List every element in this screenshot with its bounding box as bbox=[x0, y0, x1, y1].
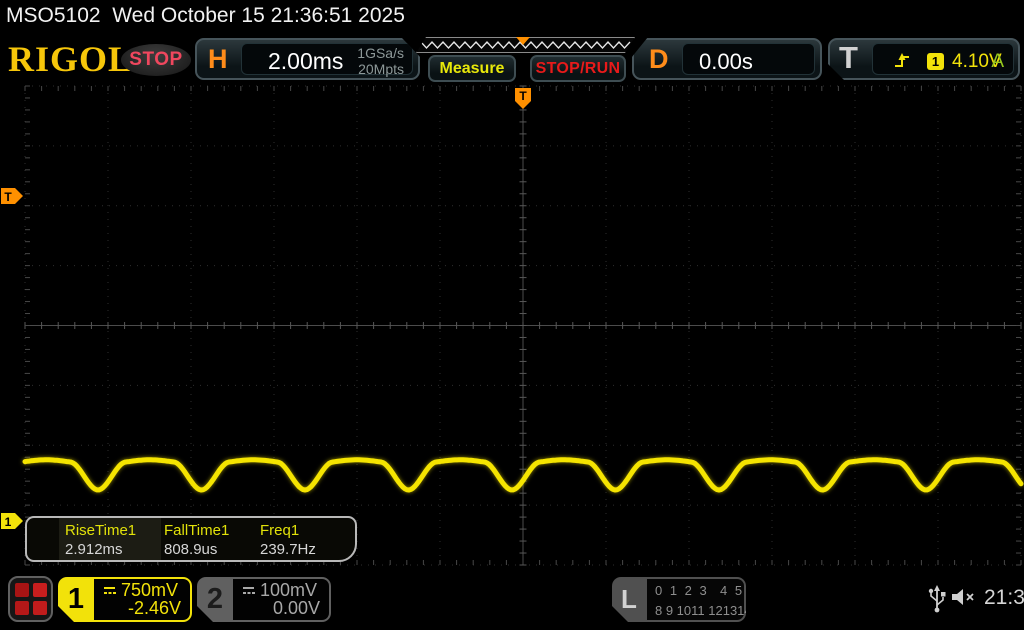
logic-row1: 0 1 2 3 4 5 6 7 bbox=[655, 583, 774, 598]
measurement-item[interactable]: RiseTime1 2.912ms bbox=[65, 518, 136, 560]
measurement-label: FallTime1 bbox=[164, 522, 230, 539]
measurement-label: Freq1 bbox=[260, 522, 300, 539]
grid-square-icon bbox=[14, 583, 29, 597]
logic-analyzer-block[interactable]: L 0 1 2 3 4 5 6 7 8 9 1011 12131415 bbox=[612, 577, 746, 622]
speaker-muted-icon bbox=[952, 589, 974, 605]
logic-channels: 0 1 2 3 4 5 6 7 8 9 1011 12131415 bbox=[647, 579, 744, 620]
channel2-status-block[interactable]: 2 100mV 0.00V bbox=[197, 577, 331, 622]
measurement-value: 808.9us bbox=[164, 541, 218, 558]
channel1-area: 750mV -2.46V bbox=[94, 579, 190, 620]
channel1-offset-marker[interactable]: 1 bbox=[1, 513, 23, 529]
measurement-item[interactable]: Freq1 239.7Hz bbox=[260, 518, 316, 560]
grid-square-icon bbox=[14, 601, 29, 615]
usb-icon bbox=[928, 585, 946, 613]
grid-square-icon bbox=[32, 601, 47, 615]
oscilloscope-screen: MSO5102 Wed October 15 21:36:51 2025 RIG… bbox=[0, 0, 1024, 630]
svg-text:T: T bbox=[4, 190, 12, 204]
dc-coupling-icon bbox=[102, 584, 117, 597]
logic-row2: 8 9 1011 12131415 bbox=[655, 603, 767, 618]
measurement-results-box[interactable]: RiseTime1 2.912ms FallTime1 808.9us Freq… bbox=[25, 516, 357, 562]
channel1-offset-value: -2.46V bbox=[127, 598, 181, 618]
measurement-value: 2.912ms bbox=[65, 541, 123, 558]
grid-square-icon bbox=[32, 583, 47, 597]
trigger-level-marker[interactable]: T bbox=[1, 188, 23, 204]
measurement-label: RiseTime1 bbox=[65, 522, 137, 539]
channel2-area: 100mV 0.00V bbox=[233, 579, 329, 620]
channel1-status-block[interactable]: 1 750mV -2.46V bbox=[58, 577, 192, 622]
measurement-item[interactable]: FallTime1 808.9us bbox=[164, 518, 229, 560]
svg-text:T: T bbox=[519, 89, 527, 103]
channel2-offset-value: 0.00V bbox=[272, 598, 320, 618]
clock-time: 21:36 bbox=[984, 586, 1024, 609]
dc-coupling-icon bbox=[241, 584, 256, 597]
measurement-value: 239.7Hz bbox=[260, 541, 316, 558]
trigger-position-marker[interactable]: T bbox=[515, 88, 531, 109]
svg-text:1: 1 bbox=[5, 515, 12, 529]
menu-grid-button[interactable] bbox=[8, 576, 53, 622]
